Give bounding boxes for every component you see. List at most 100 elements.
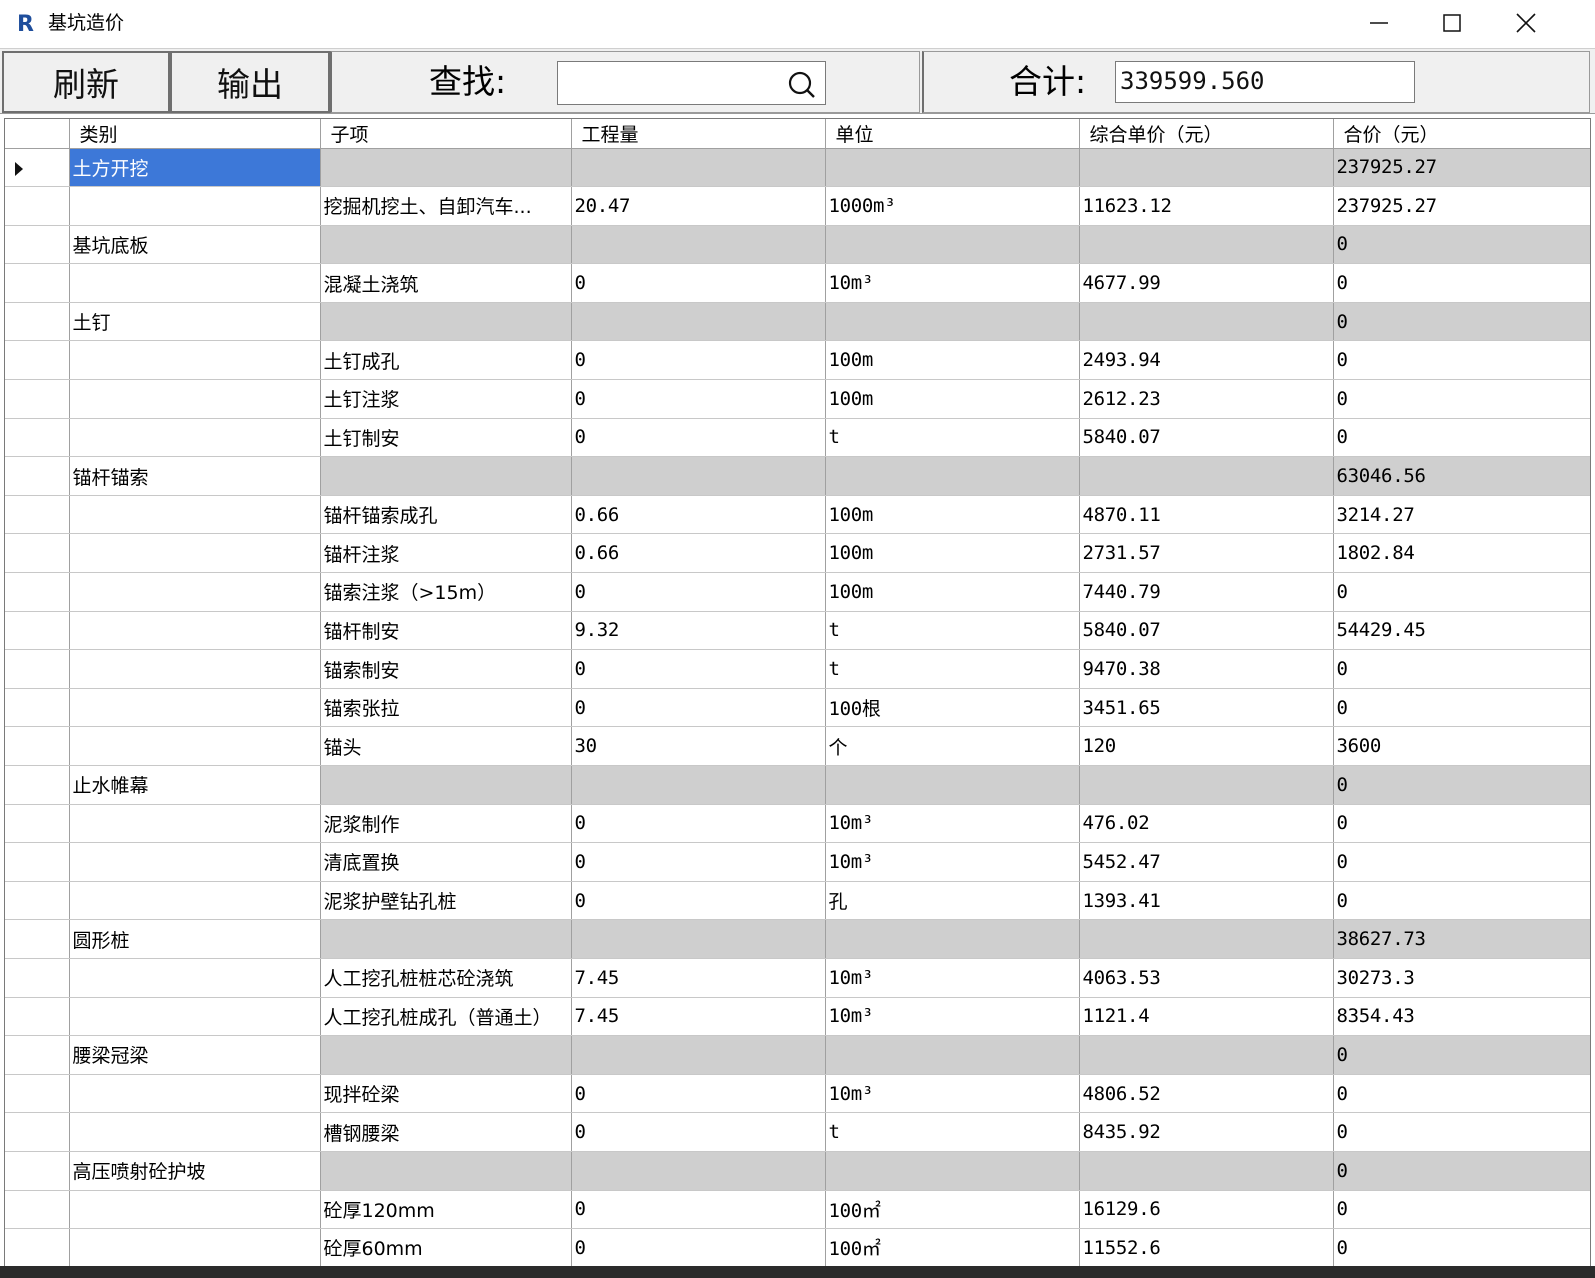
cell-unit-price[interactable] — [1079, 456, 1334, 496]
cell-category[interactable] — [69, 263, 321, 303]
cell-category[interactable] — [69, 842, 321, 882]
cell-category[interactable] — [69, 649, 321, 689]
row-header[interactable] — [5, 225, 70, 265]
cell-total-price[interactable]: 3600 — [1333, 726, 1590, 766]
cell-unit-price[interactable]: 4870.11 — [1079, 495, 1334, 535]
cell-unit-price[interactable]: 5452.47 — [1079, 842, 1334, 882]
search-icon[interactable] — [787, 70, 817, 100]
group-row[interactable]: 土钉 0 — [5, 302, 1590, 342]
cell-total-price[interactable]: 0 — [1333, 1074, 1590, 1114]
cell-category[interactable] — [69, 958, 321, 998]
row-header[interactable] — [5, 1151, 70, 1191]
table-row[interactable]: 锚索注浆（>15m） 0 100m 7440.79 0 — [5, 572, 1590, 612]
close-button[interactable] — [1490, 0, 1562, 46]
cell-unit[interactable] — [825, 765, 1080, 805]
cell-item[interactable] — [320, 765, 572, 805]
cost-grid[interactable]: 类别 子项 工程量 单位 综合单价（元） 合价（元） 土方开挖 237925.27… — [4, 118, 1591, 1274]
group-row[interactable]: 锚杆锚索 63046.56 — [5, 456, 1590, 496]
table-row[interactable]: 锚杆锚索成孔 0.66 100m 4870.11 3214.27 — [5, 495, 1590, 535]
cell-total-price[interactable]: 0 — [1333, 572, 1590, 612]
table-row[interactable]: 锚索制安 0 t 9470.38 0 — [5, 649, 1590, 689]
table-row[interactable]: 人工挖孔桩桩芯砼浇筑 7.45 10m³ 4063.53 30273.3 — [5, 958, 1590, 998]
group-row[interactable]: 土方开挖 237925.27 — [5, 148, 1590, 188]
group-row[interactable]: 圆形桩 38627.73 — [5, 919, 1590, 959]
cell-total-price[interactable]: 8354.43 — [1333, 997, 1590, 1037]
cell-total-price[interactable]: 0 — [1333, 379, 1590, 419]
cell-category[interactable] — [69, 418, 321, 458]
cell-item[interactable]: 锚杆制安 — [320, 611, 572, 651]
cell-quantity[interactable]: 0 — [571, 379, 826, 419]
cell-unit[interactable] — [825, 1035, 1080, 1075]
row-header[interactable] — [5, 1074, 70, 1114]
cell-unit[interactable]: 个 — [825, 726, 1080, 766]
cell-category[interactable] — [69, 572, 321, 612]
cell-category[interactable]: 圆形桩 — [69, 919, 321, 959]
cell-item[interactable]: 现拌砼梁 — [320, 1074, 572, 1114]
cell-total-price[interactable]: 0 — [1333, 804, 1590, 844]
row-header[interactable] — [5, 958, 70, 998]
table-row[interactable]: 土钉成孔 0 100m 2493.94 0 — [5, 340, 1590, 381]
cell-item[interactable] — [320, 919, 572, 959]
row-header[interactable] — [5, 456, 70, 496]
cell-unit[interactable]: 100㎡ — [825, 1228, 1080, 1268]
row-header[interactable] — [5, 842, 70, 882]
cell-unit-price[interactable]: 1121.4 — [1079, 997, 1334, 1037]
cell-unit-price[interactable]: 11623.12 — [1079, 186, 1334, 226]
cell-total-price[interactable]: 0 — [1333, 1190, 1590, 1230]
cell-category[interactable] — [69, 1190, 321, 1230]
row-header[interactable] — [5, 495, 70, 535]
table-row[interactable]: 混凝土浇筑 0 10m³ 4677.99 0 — [5, 263, 1590, 303]
cell-quantity[interactable]: 0 — [571, 1112, 826, 1152]
cell-item[interactable]: 锚索制安 — [320, 649, 572, 689]
cell-total-price[interactable]: 0 — [1333, 765, 1590, 805]
cell-total-price[interactable]: 0 — [1333, 1151, 1590, 1191]
cell-unit-price[interactable]: 9470.38 — [1079, 649, 1334, 689]
cell-category[interactable] — [69, 1112, 321, 1152]
column-header-unit-price[interactable]: 综合单价（元） — [1079, 119, 1334, 149]
cell-category[interactable]: 高压喷射砼护坡 — [69, 1151, 321, 1191]
cell-unit[interactable]: 100㎡ — [825, 1190, 1080, 1230]
group-row[interactable]: 基坑底板 0 — [5, 225, 1590, 265]
cell-unit-price[interactable]: 476.02 — [1079, 804, 1334, 844]
cell-quantity[interactable] — [571, 1035, 826, 1075]
cell-unit-price[interactable]: 5840.07 — [1079, 611, 1334, 651]
cell-unit[interactable] — [825, 148, 1080, 188]
table-row[interactable]: 土钉制安 0 t 5840.07 0 — [5, 418, 1590, 458]
cell-total-price[interactable]: 30273.3 — [1333, 958, 1590, 998]
table-row[interactable]: 锚头 30 个 120 3600 — [5, 726, 1590, 766]
refresh-button[interactable]: 刷新 — [2, 51, 170, 113]
minimize-button[interactable] — [1343, 0, 1415, 46]
cell-quantity[interactable]: 0 — [571, 1074, 826, 1114]
cell-unit-price[interactable]: 4806.52 — [1079, 1074, 1334, 1114]
cell-unit[interactable]: 100m — [825, 379, 1080, 419]
cell-total-price[interactable]: 0 — [1333, 263, 1590, 303]
cell-unit[interactable]: 100根 — [825, 688, 1080, 728]
cell-category[interactable] — [69, 611, 321, 651]
cell-unit[interactable] — [825, 1151, 1080, 1191]
cell-quantity[interactable]: 0 — [571, 263, 826, 303]
cell-unit-price[interactable] — [1079, 1151, 1334, 1191]
cell-total-price[interactable]: 0 — [1333, 302, 1590, 342]
cell-unit[interactable]: 10m³ — [825, 263, 1080, 303]
cell-quantity[interactable]: 0 — [571, 881, 826, 921]
cell-unit-price[interactable]: 3451.65 — [1079, 688, 1334, 728]
cell-unit-price[interactable] — [1079, 765, 1334, 805]
table-row[interactable]: 锚索张拉 0 100根 3451.65 0 — [5, 688, 1590, 728]
cell-quantity[interactable]: 0 — [571, 1228, 826, 1268]
cell-unit-price[interactable] — [1079, 302, 1334, 342]
cell-total-price[interactable]: 237925.27 — [1333, 186, 1590, 226]
cell-quantity[interactable]: 0 — [571, 842, 826, 882]
cell-unit[interactable]: 100m — [825, 340, 1080, 381]
cell-unit-price[interactable]: 8435.92 — [1079, 1112, 1334, 1152]
cell-total-price[interactable]: 237925.27 — [1333, 148, 1590, 188]
cell-unit-price[interactable] — [1079, 1035, 1334, 1075]
cell-item[interactable]: 泥浆制作 — [320, 804, 572, 844]
cell-quantity[interactable]: 0 — [571, 418, 826, 458]
cell-item[interactable] — [320, 1035, 572, 1075]
table-row[interactable]: 锚杆制安 9.32 t 5840.07 54429.45 — [5, 611, 1590, 651]
cell-item[interactable]: 清底置换 — [320, 842, 572, 882]
cell-unit-price[interactable]: 4677.99 — [1079, 263, 1334, 303]
cell-unit-price[interactable]: 7440.79 — [1079, 572, 1334, 612]
cell-total-price[interactable]: 1802.84 — [1333, 533, 1590, 574]
cell-quantity[interactable]: 0 — [571, 340, 826, 381]
